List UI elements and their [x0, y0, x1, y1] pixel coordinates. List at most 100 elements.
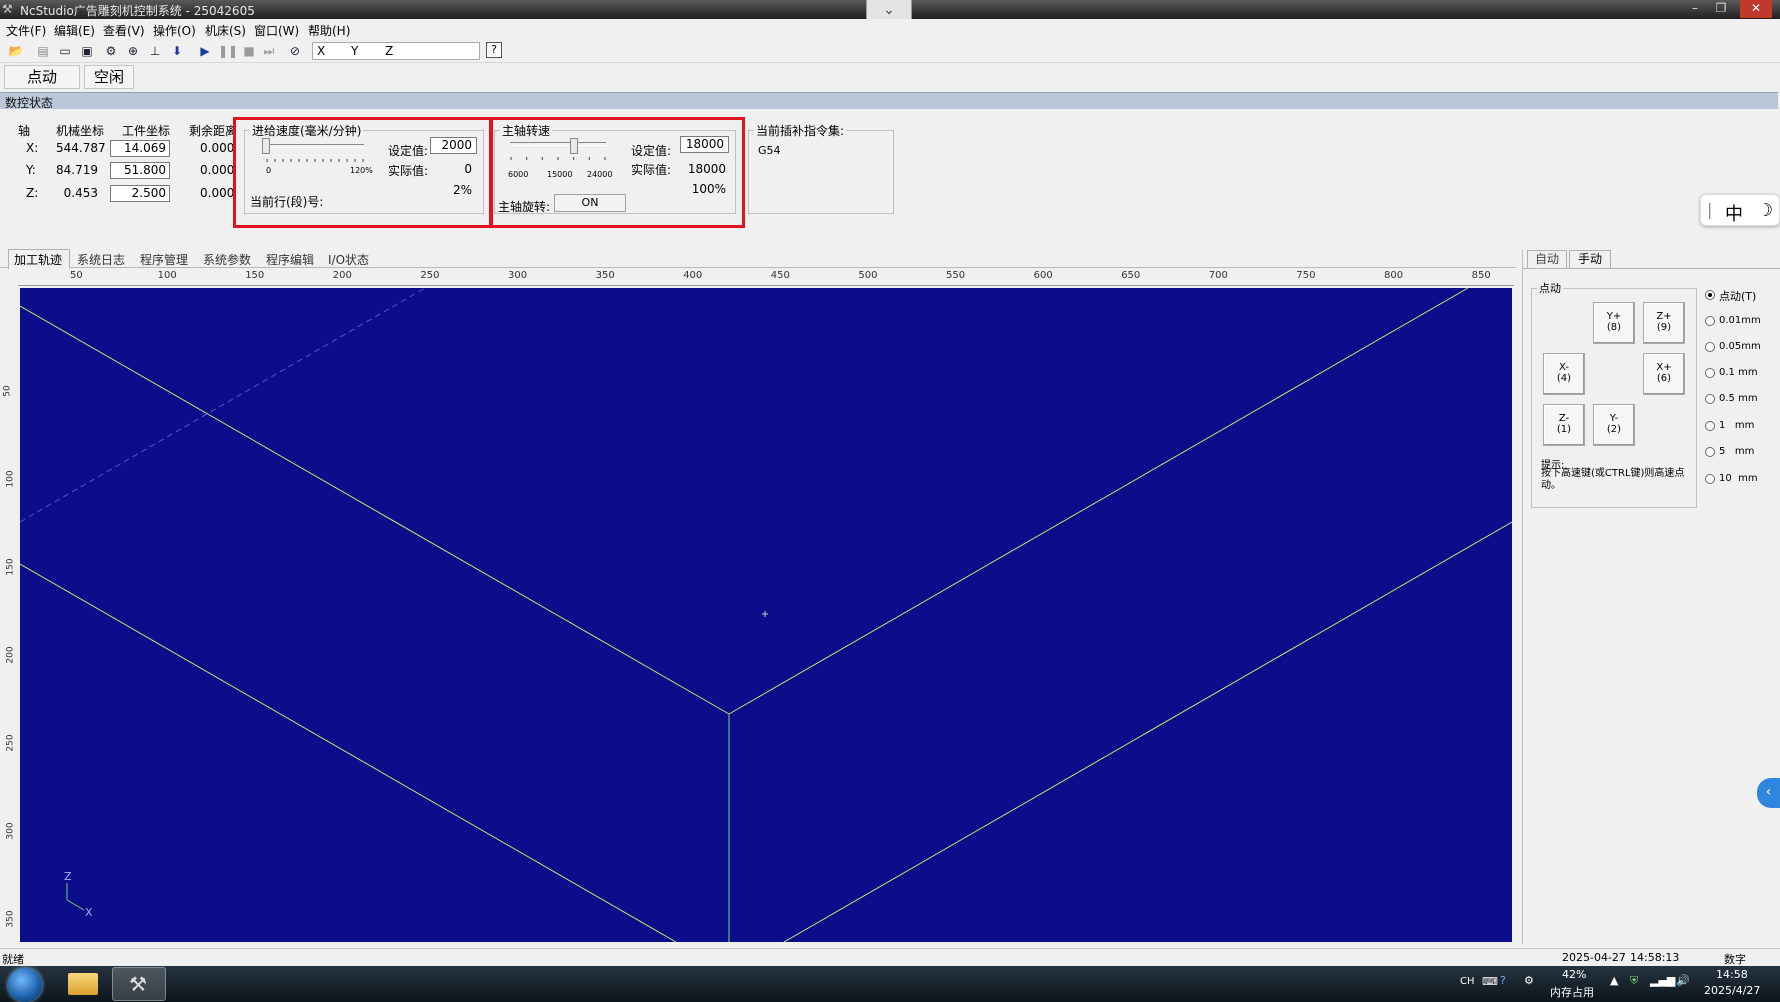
- help-icon[interactable]: ?: [486, 42, 502, 58]
- jog-key: (4): [1556, 373, 1572, 384]
- tab-io-status[interactable]: I/O状态: [328, 251, 369, 268]
- step-label: 10 mm: [1719, 473, 1758, 484]
- jog-x-minus-button[interactable]: X- (4): [1543, 353, 1585, 395]
- jog-y-plus-button[interactable]: Y+ (8): [1593, 302, 1635, 344]
- machine-coord-y: 84.719: [56, 163, 98, 177]
- mode-jog-tab[interactable]: 点动: [4, 65, 80, 89]
- step-radio-5[interactable]: [1705, 447, 1715, 457]
- network-icon[interactable]: ▂▄▆: [1650, 974, 1675, 987]
- jog-z-plus-button[interactable]: Z+ (9): [1643, 302, 1685, 344]
- toolpath-dashed-line: [20, 288, 426, 523]
- help-tray-icon[interactable]: ?: [1500, 974, 1506, 987]
- tray-tool-icon[interactable]: ⚙: [1524, 974, 1534, 987]
- work-coord-y[interactable]: 51.800: [110, 162, 170, 179]
- explorer-taskbar-icon[interactable]: [56, 967, 110, 1001]
- coord-axis-label: Y:: [26, 163, 36, 177]
- remain-y: 0.000: [200, 163, 235, 177]
- toolpath-canvas[interactable]: X Z: [20, 288, 1512, 942]
- keyboard-icon[interactable]: ⌨: [1482, 975, 1498, 988]
- menu-machine[interactable]: 机床(S): [205, 22, 246, 39]
- step-radio-001[interactable]: [1705, 316, 1715, 326]
- security-shield-icon[interactable]: ⛨: [1630, 974, 1638, 988]
- tray-expand-icon[interactable]: ▲: [1610, 974, 1618, 987]
- mode-idle-tab[interactable]: 空闲: [84, 65, 134, 89]
- jog-y-minus-button[interactable]: Y- (2): [1593, 404, 1635, 446]
- jog-x-plus-button[interactable]: X+ (6): [1643, 353, 1685, 395]
- open-file-icon[interactable]: 📂: [7, 42, 25, 60]
- tab-auto[interactable]: 自动: [1527, 250, 1567, 268]
- ruler-mark: 500: [858, 270, 878, 281]
- ncstudio-icon: ⚒: [129, 972, 147, 996]
- minimize-icon[interactable]: –: [1684, 0, 1706, 18]
- volume-icon[interactable]: 🔊: [1676, 974, 1690, 987]
- jog-group-title: 点动: [1537, 280, 1563, 296]
- chevron-left-icon[interactable]: ‹: [1757, 778, 1780, 808]
- close-icon[interactable]: ✕: [1740, 0, 1772, 18]
- coord-input-box[interactable]: X Y Z: [312, 42, 480, 60]
- step-radio-jog[interactable]: [1705, 290, 1715, 300]
- menu-view[interactable]: 查看(V): [103, 22, 145, 39]
- spindle-icon[interactable]: ⚙: [102, 42, 120, 60]
- ruler-mark: 750: [1296, 270, 1316, 281]
- restore-icon[interactable]: ❐: [1710, 0, 1732, 18]
- step-radio-005[interactable]: [1705, 342, 1715, 352]
- spindle-highlight: [489, 117, 745, 228]
- tab-toolpath[interactable]: 加工轨迹: [14, 251, 62, 268]
- pause-icon[interactable]: ❚❚: [218, 42, 238, 60]
- step-icon[interactable]: ⏭: [260, 42, 278, 60]
- tool-icon[interactable]: ⊥: [146, 42, 164, 60]
- jog-z-minus-button[interactable]: Z- (1): [1543, 404, 1585, 446]
- probe-icon[interactable]: ⊕: [124, 42, 142, 60]
- step-radio-01[interactable]: [1705, 368, 1715, 378]
- moon-icon[interactable]: ☽: [1757, 200, 1773, 221]
- coord-axis-y: Y: [351, 44, 359, 58]
- ruler-mark: 700: [1208, 270, 1228, 281]
- step-label: 0.01mm: [1719, 315, 1761, 326]
- menu-window[interactable]: 窗口(W): [254, 22, 299, 39]
- tab-system-log[interactable]: 系统日志: [77, 251, 125, 268]
- step-radio-1[interactable]: [1705, 421, 1715, 431]
- toolpath-svg: [20, 288, 1512, 942]
- window-icon[interactable]: ▭: [56, 42, 74, 60]
- work-coord-x[interactable]: 14.069: [110, 140, 170, 157]
- download-icon[interactable]: ⬇: [168, 42, 186, 60]
- coord-header-machine: 机械坐标: [56, 124, 105, 138]
- coord-axis-z: Z: [385, 44, 394, 58]
- ime-widget[interactable]: | 中 ☽: [1700, 194, 1780, 226]
- clock-date: 2025/4/27: [1704, 984, 1761, 997]
- ncstudio-taskbar-icon[interactable]: ⚒: [112, 967, 166, 1001]
- feed-highlight: [233, 117, 493, 228]
- status-bar: 就绪 2025-04-27 14:58:13 数字: [0, 948, 1780, 966]
- tab-system-params[interactable]: 系统参数: [203, 251, 251, 268]
- mem-percent: 42%: [1562, 968, 1587, 981]
- step-radio-05[interactable]: [1705, 394, 1715, 404]
- reset-icon[interactable]: ⊘: [286, 42, 304, 60]
- ruler-mark: 300: [508, 270, 528, 281]
- tab-manual[interactable]: 手动: [1569, 250, 1611, 269]
- stop-icon[interactable]: ■: [240, 42, 258, 60]
- tray-lang[interactable]: CH: [1460, 976, 1475, 987]
- tab-program-editor[interactable]: 程序编辑: [266, 251, 314, 268]
- ruler-mark: 400: [683, 270, 703, 281]
- vruler-mark: 300: [5, 822, 16, 840]
- remain-z: 0.000: [200, 186, 235, 200]
- menu-file[interactable]: 文件(F): [6, 22, 46, 39]
- work-coord-z[interactable]: 2.500: [110, 185, 170, 202]
- clock-time: 14:58: [1716, 968, 1748, 981]
- start-button-icon[interactable]: [8, 968, 42, 1002]
- menu-help[interactable]: 帮助(H): [308, 22, 350, 39]
- jog-key: (8): [1606, 322, 1622, 333]
- interp-value: G54: [758, 144, 781, 157]
- coord-axis-label: Z:: [26, 186, 39, 200]
- monitor-icon[interactable]: ▣: [78, 42, 96, 60]
- play-icon[interactable]: ▶: [196, 42, 214, 60]
- document-icon[interactable]: ▤: [34, 42, 52, 60]
- vruler-mark: 150: [5, 558, 16, 576]
- axis-indicator-x: [66, 899, 85, 911]
- menu-edit[interactable]: 编辑(E): [54, 22, 95, 39]
- tab-program-manager[interactable]: 程序管理: [140, 251, 188, 268]
- ime-mode[interactable]: 中: [1725, 200, 1743, 226]
- menu-operate[interactable]: 操作(O): [153, 22, 196, 39]
- vertical-ruler: 50 100 150 200 250 300 350: [0, 288, 18, 943]
- step-radio-10[interactable]: [1705, 474, 1715, 484]
